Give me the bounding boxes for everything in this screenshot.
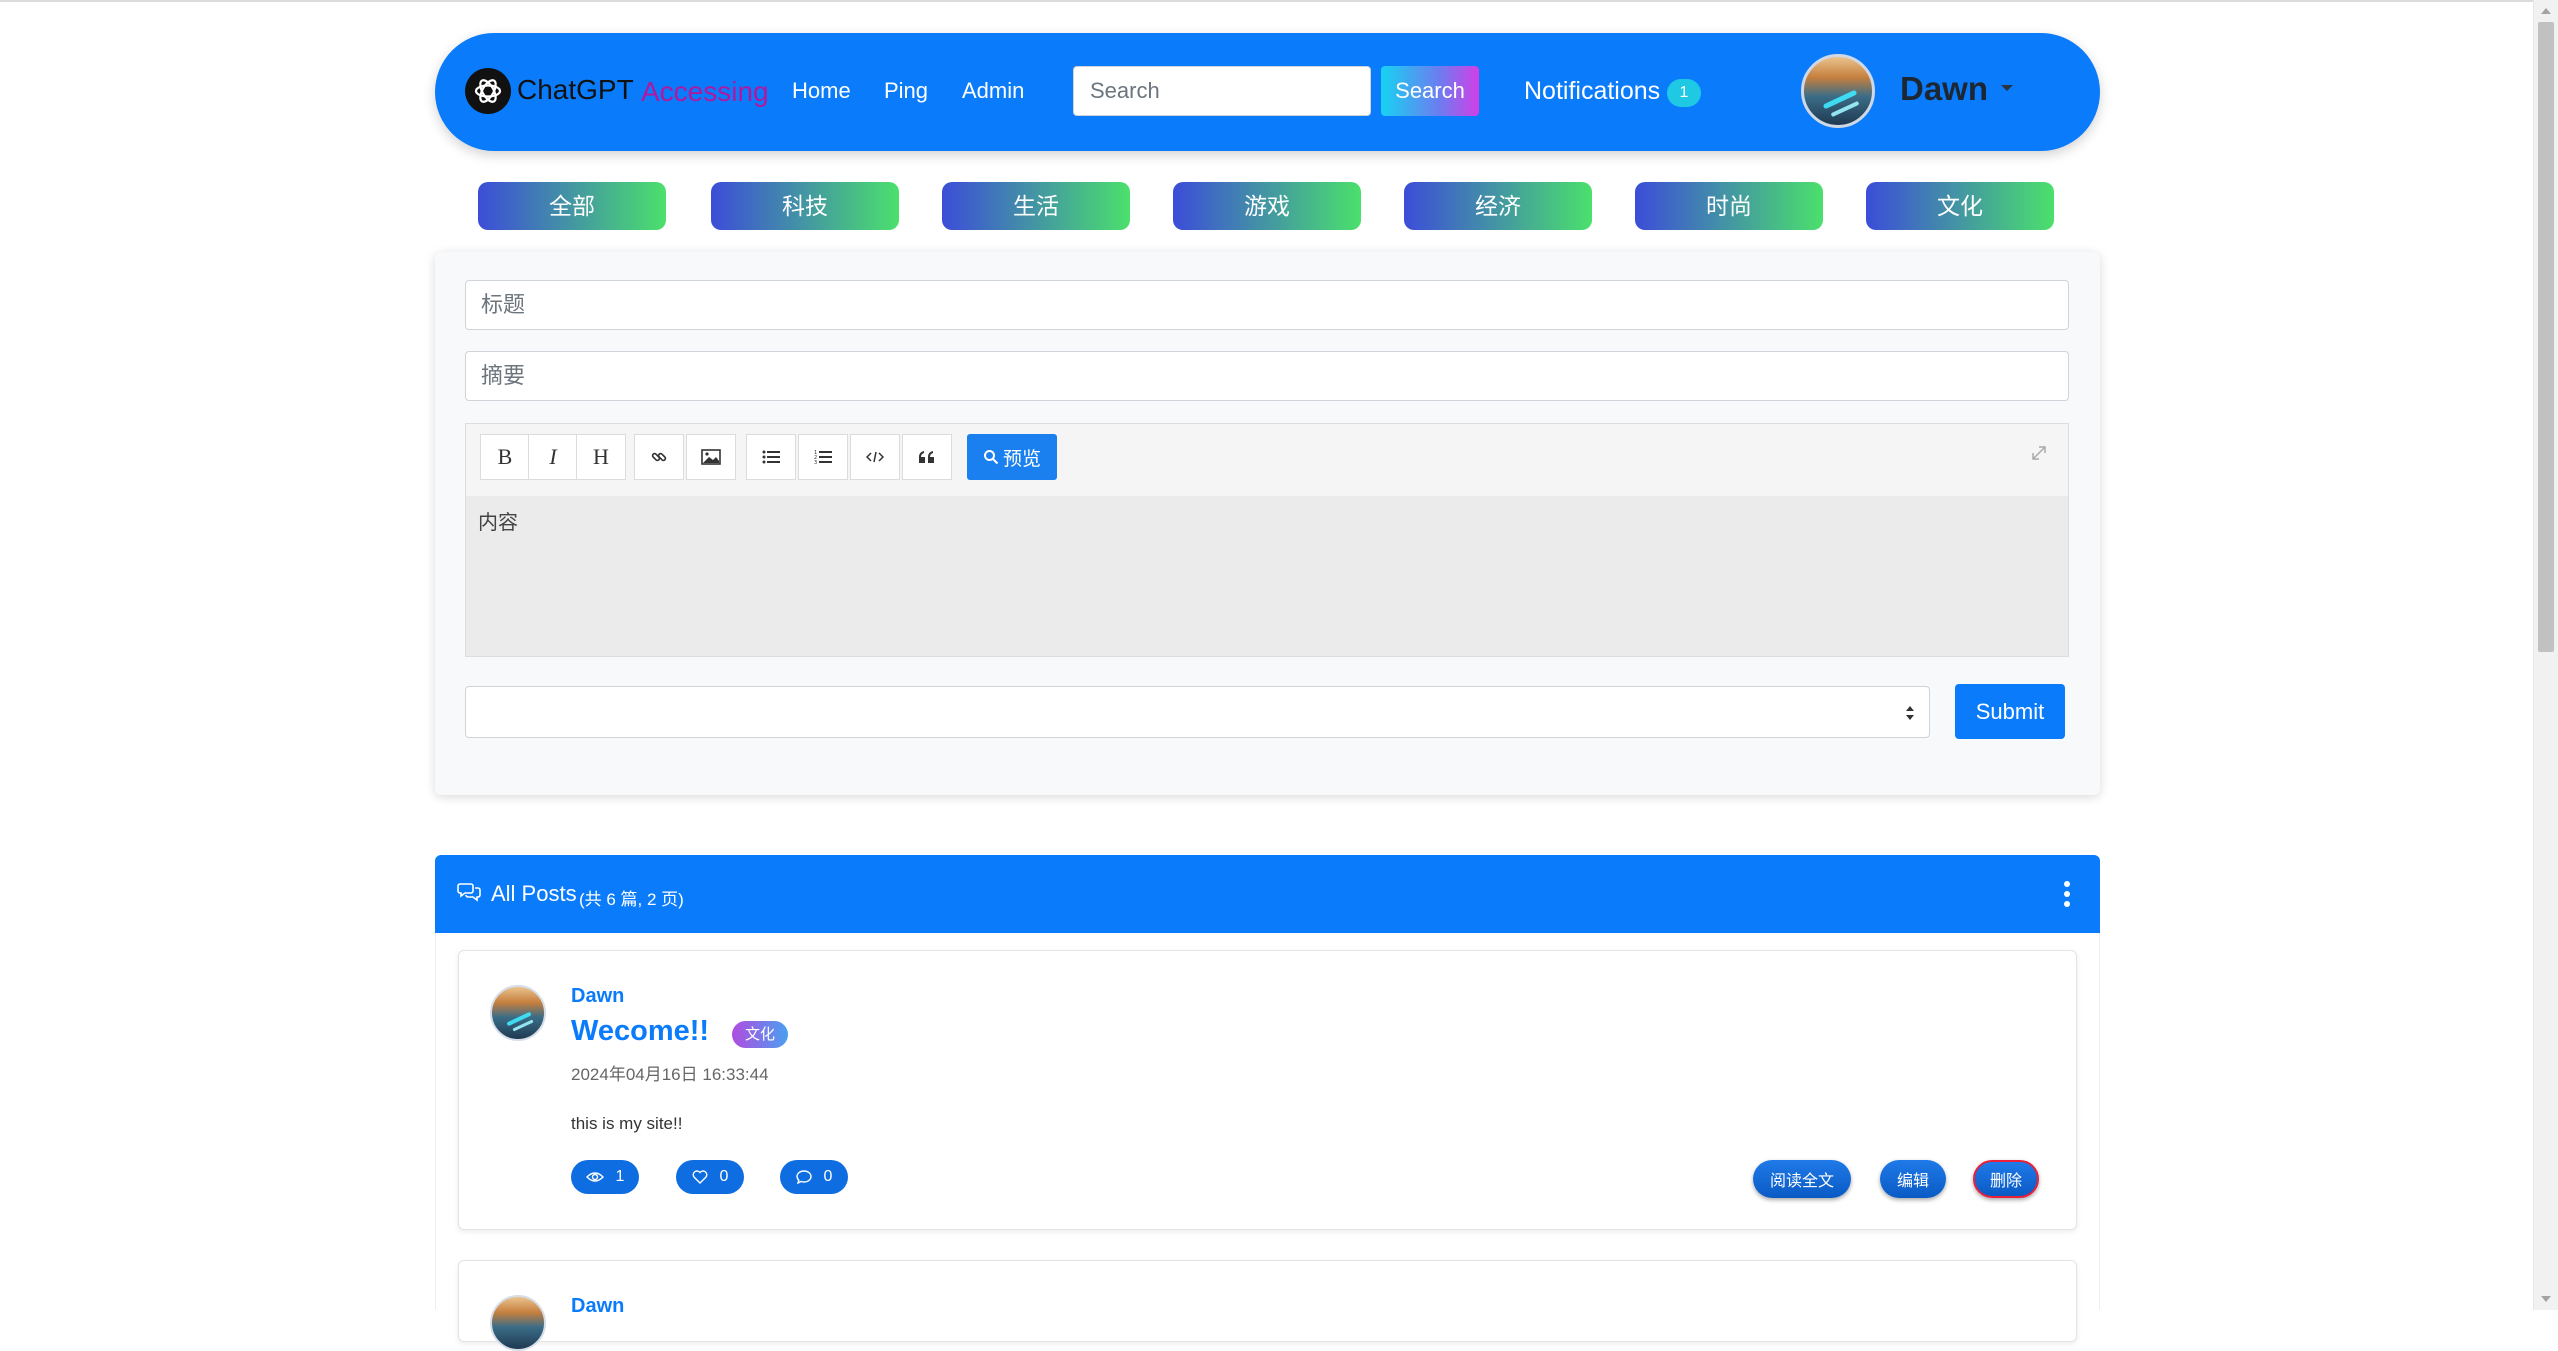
bold-icon: B [497,444,513,469]
post-author-link[interactable]: Dawn [571,1295,624,1318]
quote-button[interactable] [902,434,952,480]
link-button[interactable] [634,434,684,480]
eye-icon [585,1172,604,1182]
bulleted-list-button[interactable] [746,434,796,480]
content-textarea[interactable] [466,496,2068,656]
post-excerpt: this is my site!! [571,1114,683,1133]
read-more-button[interactable]: 阅读全文 [1753,1160,1851,1198]
openai-logo-icon[interactable] [465,68,511,114]
brand-status: Accessing [641,76,769,107]
comment-icon [795,1170,812,1184]
brand-name[interactable]: ChatGPT [517,74,634,106]
notifications-link[interactable]: Notifications [1524,77,1660,106]
code-button[interactable] [850,434,900,480]
italic-icon: I [549,444,557,469]
post-likes-count: 0 [719,1168,729,1185]
user-name[interactable]: Dawn [1900,70,1988,108]
code-icon [866,451,884,463]
submit-button[interactable]: Submit [1955,684,2065,739]
post-comments-pill[interactable]: 0 [780,1160,848,1194]
heart-icon [692,1170,707,1184]
preview-button[interactable]: 预览 [967,434,1057,480]
fullscreen-icon[interactable] [2030,444,2048,467]
category-fashion-button[interactable]: 时尚 [1635,182,1823,230]
window-top-border [0,0,2533,2]
category-all-button[interactable]: 全部 [478,182,666,230]
bold-button[interactable]: B [480,434,530,480]
editor-toolbar: B I H 123 预览 [466,424,2068,496]
italic-button[interactable]: I [528,434,578,480]
category-games-button[interactable]: 游戏 [1173,182,1361,230]
post-title-link[interactable]: Wecome!! [571,1015,709,1048]
post-comments-count: 0 [823,1168,833,1185]
summary-input[interactable] [465,351,2069,401]
category-select[interactable] [465,686,1930,738]
scroll-up-arrow-icon[interactable] [2541,8,2551,14]
more-options-icon[interactable] [2064,881,2070,911]
category-culture-button[interactable]: 文化 [1866,182,2054,230]
notifications-badge: 1 [1667,79,1701,107]
search-icon [983,450,999,465]
scrollbar-thumb[interactable] [2538,22,2554,652]
posts-title: All Posts [491,881,577,906]
category-economy-button[interactable]: 经济 [1404,182,1592,230]
scroll-down-arrow-icon[interactable] [2541,1296,2551,1302]
post-views-count: 1 [615,1168,625,1185]
preview-label: 预览 [1002,448,1041,470]
numbered-list-button[interactable]: 123 [798,434,848,480]
chat-icon [457,883,481,902]
post-views-pill[interactable]: 1 [571,1160,639,1194]
top-navbar: ChatGPT Accessing Home Ping Admin Search… [435,33,2100,151]
link-icon [651,452,667,462]
bulleted-list-icon [762,450,780,464]
post-category-badge: 文化 [732,1021,789,1048]
nav-ping-link[interactable]: Ping [884,78,928,104]
numbered-list-icon: 123 [814,450,832,465]
image-button[interactable] [686,434,736,480]
svg-text:3: 3 [814,460,817,465]
heading-button[interactable]: H [576,434,626,480]
post-likes-pill[interactable]: 0 [676,1160,744,1194]
markdown-editor: B I H 123 预览 [465,423,2069,657]
category-tech-button[interactable]: 科技 [711,182,899,230]
delete-post-button[interactable]: 删除 [1973,1160,2039,1198]
new-post-form: B I H 123 预览 [435,252,2100,795]
select-arrows-icon [1906,706,1914,720]
posts-count: (共 6 篇, 2 页) [579,890,684,909]
user-avatar[interactable] [1801,54,1875,128]
nav-home-link[interactable]: Home [792,78,851,104]
post-author-link[interactable]: Dawn [571,985,624,1008]
posts-panel-header: All Posts (共 6 篇, 2 页) [435,855,2100,933]
post-author-avatar[interactable] [490,985,546,1041]
title-input[interactable] [465,280,2069,330]
post-card: Dawn Wecome!! 文化 2024年04月16日 16:33:44 th… [458,950,2077,1230]
nav-admin-link[interactable]: Admin [962,78,1024,104]
search-button[interactable]: Search [1381,66,1479,116]
category-life-button[interactable]: 生活 [942,182,1130,230]
post-date: 2024年04月16日 16:33:44 [571,1065,769,1084]
edit-post-button[interactable]: 编辑 [1880,1160,1946,1198]
post-author-avatar[interactable] [490,1295,546,1351]
user-menu-caret-icon[interactable] [2001,85,2013,91]
image-icon [701,449,721,465]
heading-icon: H [593,444,609,469]
search-input[interactable] [1073,66,1371,116]
page-scrollbar[interactable] [2533,0,2558,1310]
quote-icon [919,451,934,463]
post-card: Dawn [458,1260,2077,1351]
